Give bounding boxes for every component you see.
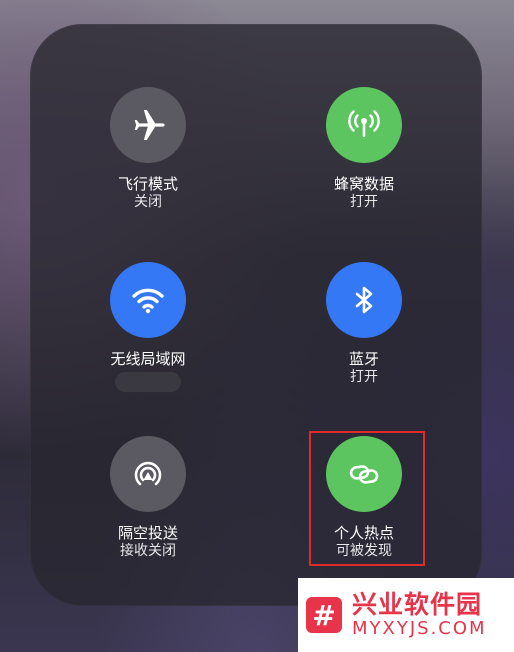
cellular-data-button[interactable] <box>326 87 402 163</box>
wifi-label: 无线局域网 <box>110 350 186 368</box>
wifi-icon <box>132 288 164 314</box>
bluetooth-icon <box>355 286 373 314</box>
bluetooth-label: 蓝牙 <box>348 350 379 368</box>
airdrop-button[interactable] <box>110 436 186 512</box>
airplane-mode-status: 关闭 <box>134 194 162 210</box>
bluetooth-tile: 蓝牙 打开 <box>264 262 464 386</box>
watermark-url: MYXYJS.COM <box>352 618 487 639</box>
cellular-data-tile: 蜂窝数据 打开 <box>264 87 464 211</box>
airplane-mode-button[interactable] <box>110 87 186 163</box>
bluetooth-button[interactable] <box>326 262 402 338</box>
airdrop-label: 隔空投送 <box>117 524 178 542</box>
wifi-network-name-redacted <box>115 372 181 392</box>
watermark-logo: # <box>306 597 342 633</box>
wifi-tile: 无线局域网 <box>48 262 248 392</box>
cellular-data-label: 蜂窝数据 <box>333 175 394 193</box>
bluetooth-status: 打开 <box>350 369 378 385</box>
highlight-box <box>309 431 425 566</box>
airdrop-icon <box>134 461 162 486</box>
airplane-icon <box>134 110 165 140</box>
airdrop-tile: 隔空投送 接收关闭 <box>48 436 248 560</box>
antenna-icon <box>348 110 380 137</box>
airplane-mode-tile: 飞行模式 关闭 <box>48 87 248 211</box>
airplane-mode-label: 飞行模式 <box>117 175 178 193</box>
wifi-button[interactable] <box>110 262 186 338</box>
airdrop-status: 接收关闭 <box>120 543 176 559</box>
cellular-data-status: 打开 <box>350 194 378 210</box>
watermark: # 兴业软件园 MYXYJS.COM <box>298 578 514 652</box>
watermark-site-name: 兴业软件园 <box>352 590 483 619</box>
